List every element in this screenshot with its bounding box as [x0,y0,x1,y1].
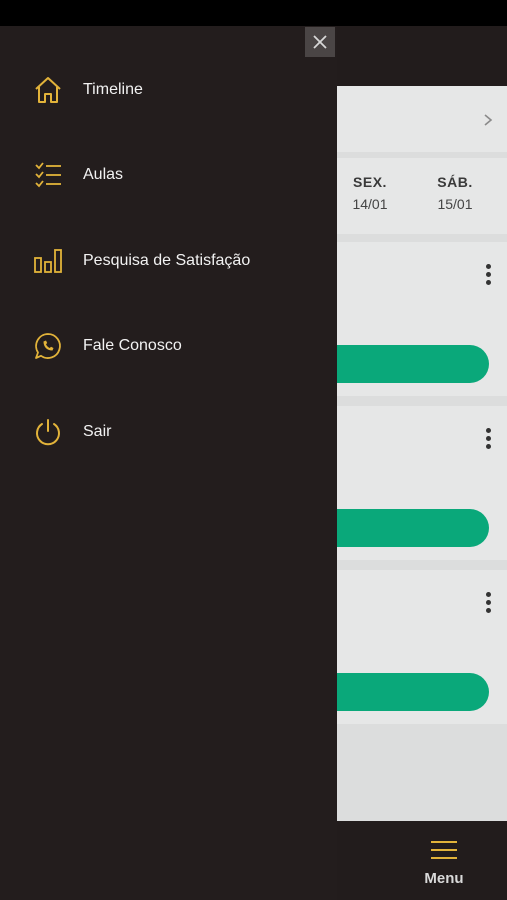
status-bar [0,0,507,26]
menu-label: Menu [424,870,464,887]
more-options-icon[interactable] [486,428,492,450]
day-name: SÁB. [437,174,473,190]
more-options-icon[interactable] [486,264,492,286]
bar-chart-icon [34,249,62,273]
checklist-icon [35,162,61,188]
drawer-item-label: Fale Conosco [83,337,182,354]
close-drawer-button[interactable] [305,27,335,57]
day-date: 15/01 [437,196,473,212]
hamburger-icon [431,841,457,859]
day-friday[interactable]: SEX. 14/01 [335,174,405,212]
menu-tab[interactable]: Menu [412,839,476,887]
drawer-item-fale-conosco[interactable]: Fale Conosco [30,326,330,366]
day-saturday[interactable]: SÁB. 15/01 [420,174,490,212]
chevron-right-icon[interactable] [480,112,496,128]
more-options-icon[interactable] [486,592,492,614]
drawer-item-label: Aulas [83,166,124,183]
power-icon [36,419,60,446]
day-date: 14/01 [352,196,388,212]
home-icon [35,77,61,103]
drawer-item-label: Timeline [83,81,143,98]
navigation-drawer: Timeline Aulas Pesquisa de Satisfação Fa… [0,26,337,900]
drawer-item-aulas[interactable]: Aulas [30,155,330,195]
drawer-item-label: Pesquisa de Satisfação [83,252,251,269]
close-icon [313,35,327,49]
drawer-item-sair[interactable]: Sair [30,412,330,452]
drawer-item-pesquisa[interactable]: Pesquisa de Satisfação [30,241,330,281]
drawer-item-timeline[interactable]: Timeline [30,70,330,110]
whatsapp-icon [35,333,61,359]
drawer-item-label: Sair [83,423,112,440]
day-name: SEX. [353,174,387,190]
